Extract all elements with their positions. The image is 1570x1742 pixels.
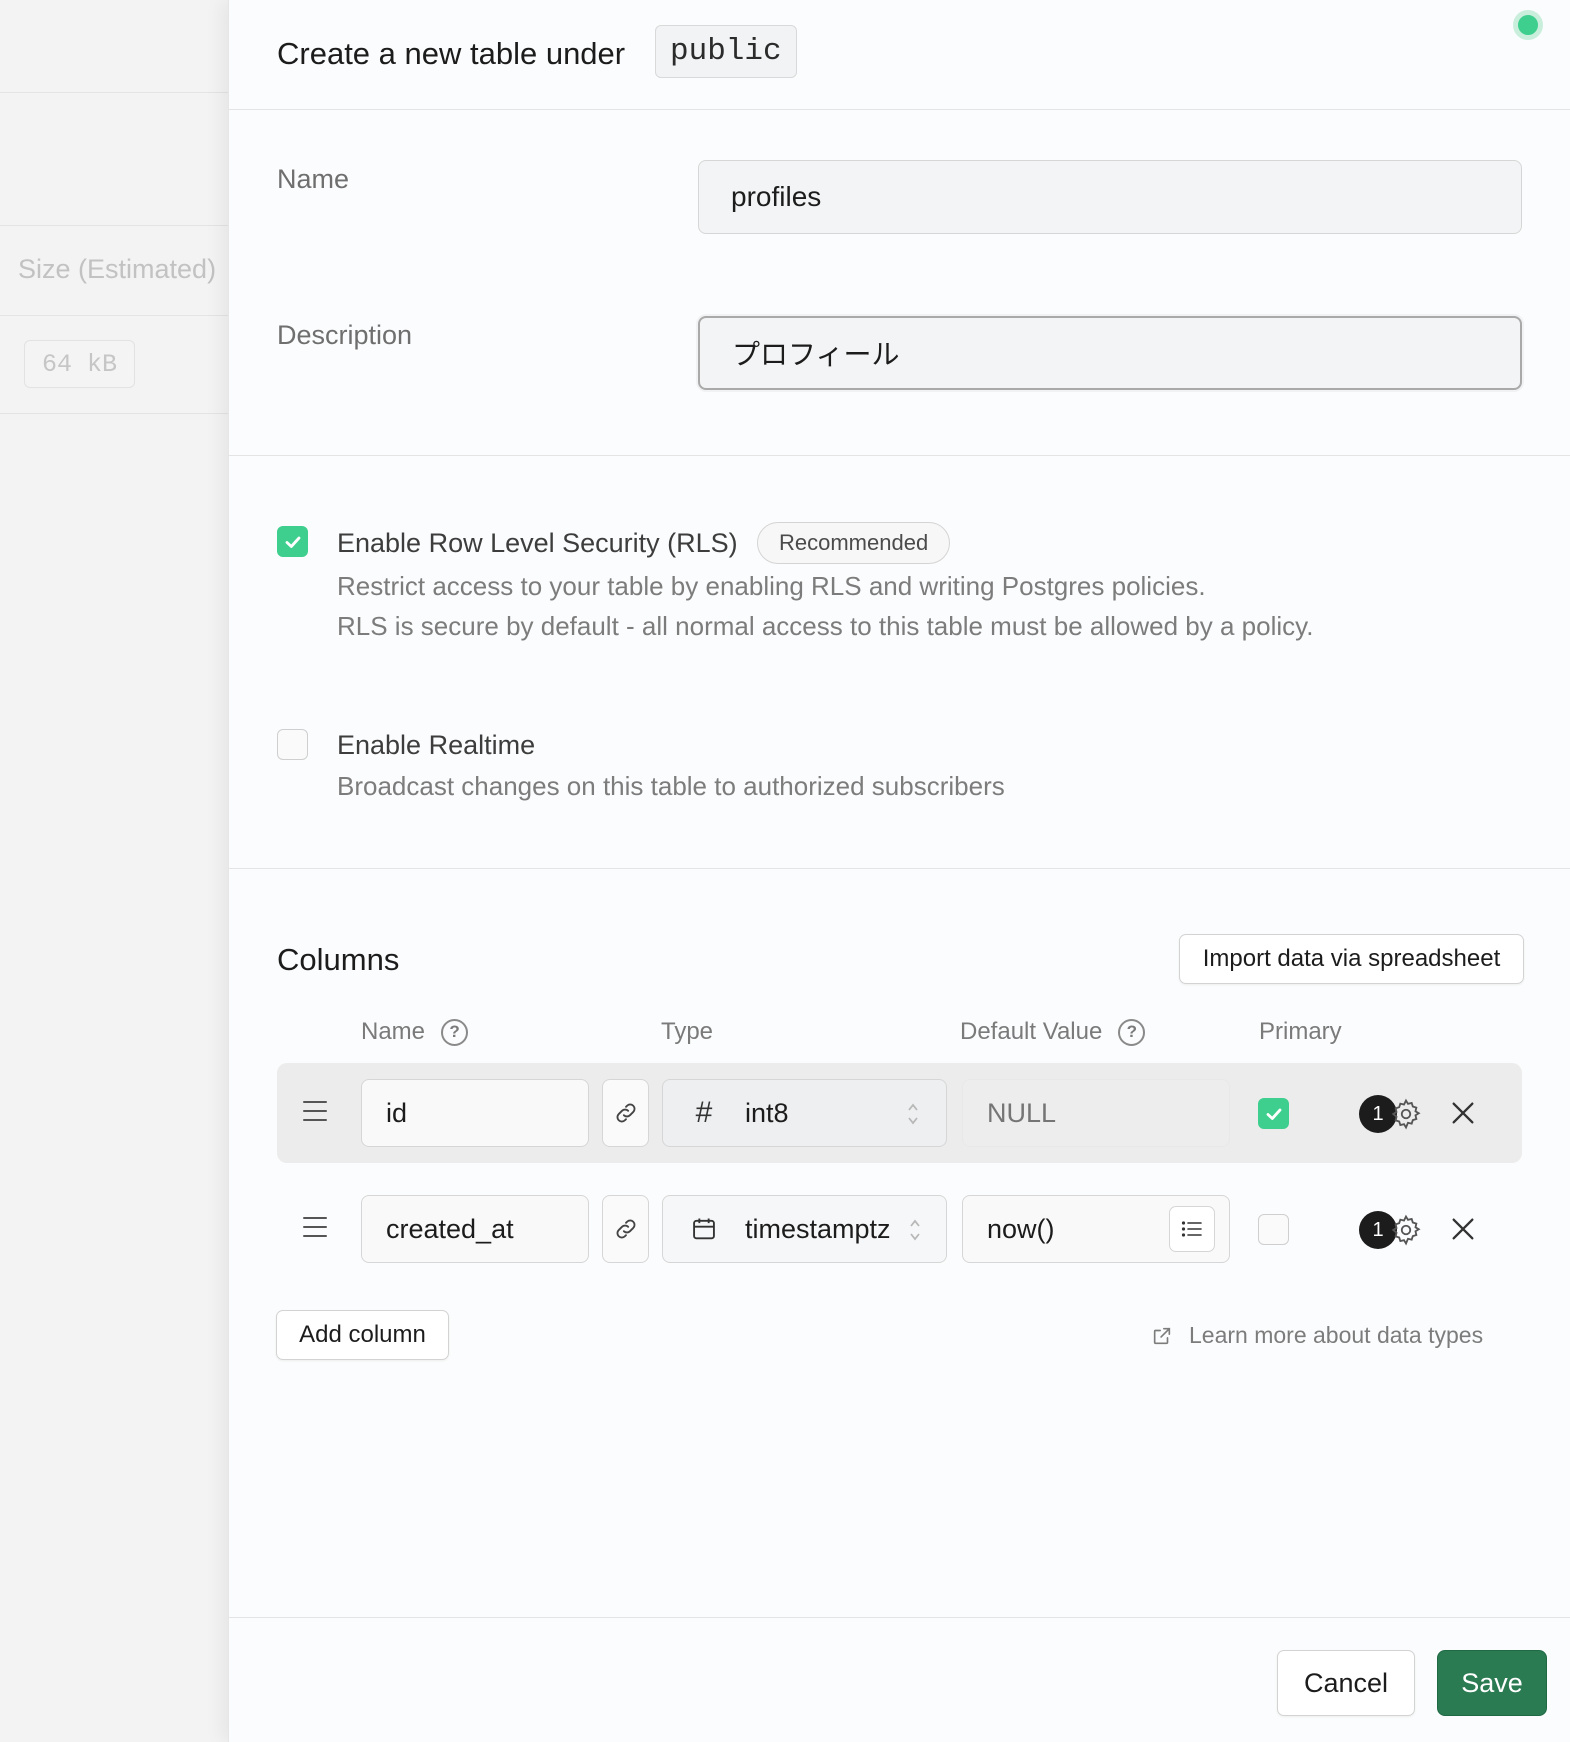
description-label: Description (277, 320, 413, 350)
save-button[interactable]: Save (1437, 1650, 1547, 1716)
default-value-help-icon[interactable]: ? (1118, 1018, 1146, 1046)
column-header-primary: Primary (1259, 1018, 1342, 1046)
calendar-icon (689, 1214, 719, 1244)
table-name-input[interactable] (698, 160, 1522, 234)
close-icon[interactable] (1449, 1215, 1477, 1243)
realtime-description: Broadcast changes on this table to autho… (337, 771, 1005, 801)
column-row: # int8 1 (277, 1063, 1522, 1163)
chevron-up-down-icon (910, 1219, 920, 1241)
default-value-field[interactable]: now() (962, 1195, 1230, 1263)
gear-icon[interactable] (1389, 1097, 1423, 1131)
background-size-value: 64 kB (24, 340, 135, 388)
default-value-text: now() (987, 1213, 1055, 1244)
create-table-panel: Create a new table under public Name Des… (228, 0, 1570, 1742)
column-header-type: Type (661, 1018, 713, 1046)
rls-title: Enable Row Level Security (RLS) (337, 528, 738, 558)
column-name-input[interactable] (361, 1195, 589, 1263)
realtime-checkbox[interactable] (277, 729, 308, 760)
primary-key-checkbox[interactable] (1258, 1214, 1289, 1245)
learn-more-text: Learn more about data types (1189, 1322, 1484, 1348)
learn-more-link[interactable]: Learn more about data types (1151, 1322, 1483, 1349)
background-divider (0, 225, 228, 226)
primary-key-checkbox[interactable] (1258, 1098, 1289, 1129)
background-divider (0, 413, 228, 414)
drag-handle-icon[interactable] (303, 1101, 327, 1123)
column-row: timestamptz now() 1 (277, 1179, 1522, 1279)
column-name-input[interactable] (361, 1079, 589, 1147)
background-size-label: Size (Estimated) (18, 254, 217, 284)
column-header-type-label: Type (661, 1018, 714, 1045)
default-value-input[interactable] (962, 1079, 1230, 1147)
rls-description-line2: RLS is secure by default - all normal ac… (337, 611, 1314, 641)
column-type-select[interactable]: # int8 (662, 1079, 947, 1147)
checkmark-icon (285, 536, 300, 548)
link-icon (616, 1219, 635, 1239)
gear-icon[interactable] (1389, 1213, 1423, 1247)
background-divider (0, 92, 228, 93)
name-label: Name (277, 164, 350, 194)
columns-title: Columns (277, 942, 400, 977)
close-icon[interactable] (1449, 1099, 1477, 1127)
description-input[interactable] (698, 316, 1522, 390)
link-icon (616, 1103, 635, 1123)
background-divider (0, 315, 228, 316)
name-help-icon[interactable]: ? (441, 1018, 469, 1046)
import-spreadsheet-button[interactable]: Import data via spreadsheet (1179, 934, 1524, 984)
chevron-up-down-icon (908, 1103, 918, 1125)
realtime-title: Enable Realtime (337, 730, 536, 760)
checkmark-icon (1266, 1108, 1281, 1120)
status-indicator (1513, 10, 1543, 40)
column-type-value: timestamptz (745, 1213, 891, 1244)
suggestions-list-button[interactable] (1169, 1206, 1215, 1252)
recommended-badge: Recommended (757, 522, 951, 564)
panel-title: Create a new table under (277, 36, 626, 71)
column-header-name: Name ? (361, 1018, 469, 1046)
column-header-name-label: Name (361, 1018, 426, 1045)
column-header-default-label: Default Value (960, 1018, 1103, 1045)
list-icon (1181, 1221, 1202, 1237)
footer-divider (229, 1617, 1570, 1618)
hash-icon: # (695, 1096, 713, 1129)
rls-description-line1: Restrict access to your table by enablin… (337, 571, 1206, 601)
panel-header: Create a new table under public (229, 0, 1570, 110)
drag-handle-icon[interactable] (303, 1217, 327, 1239)
foreign-key-link-button[interactable] (602, 1079, 649, 1147)
background-page: Size (Estimated) 64 kB (0, 0, 228, 1742)
cancel-button[interactable]: Cancel (1277, 1650, 1415, 1716)
section-divider (229, 455, 1570, 456)
column-header-primary-label: Primary (1259, 1018, 1342, 1045)
foreign-key-link-button[interactable] (602, 1195, 649, 1263)
add-column-button[interactable]: Add column (276, 1310, 449, 1360)
section-divider (229, 868, 1570, 869)
external-link-icon (1153, 1327, 1171, 1344)
schema-badge: public (655, 25, 797, 78)
column-type-select[interactable]: timestamptz (662, 1195, 947, 1263)
column-type-value: int8 (745, 1097, 789, 1128)
rls-checkbox[interactable] (277, 526, 308, 557)
column-header-default: Default Value ? (960, 1018, 1146, 1046)
